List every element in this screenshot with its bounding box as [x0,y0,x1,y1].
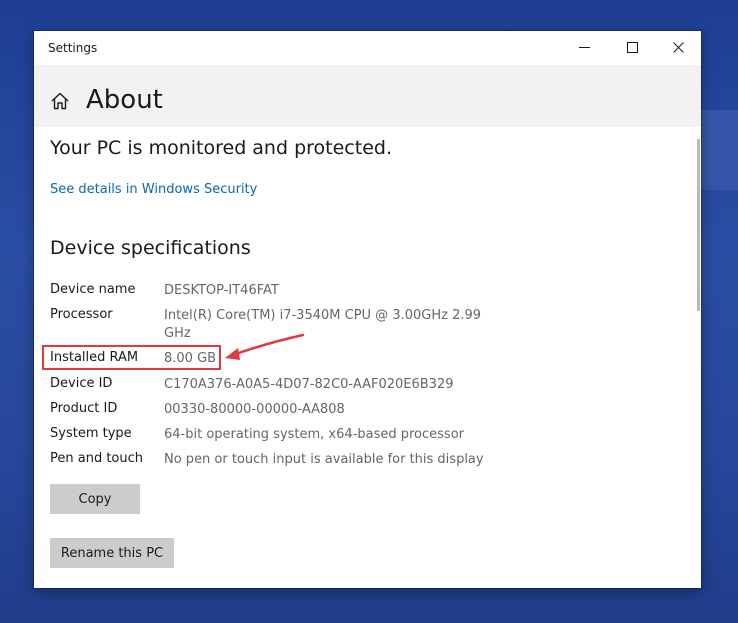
spec-value: C170A376-A0A5-4D07-82C0-AAF020E6B329 [164,377,454,392]
ram-highlight-box [42,345,221,370]
protection-status-text: Your PC is monitored and protected. [50,137,392,159]
home-icon[interactable] [50,91,70,111]
desktop-background [701,110,738,190]
spec-label: Product ID [50,401,118,416]
minimize-button[interactable] [561,31,607,63]
spec-label: Pen and touch [50,451,144,466]
annotation-arrow-icon [225,333,305,360]
spec-value: 64-bit operating system, x64-based proce… [164,427,464,442]
spec-label: Device name [50,282,136,297]
copy-button[interactable]: Copy [50,484,140,514]
rename-pc-button[interactable]: Rename this PC [50,538,174,568]
minimize-icon [578,46,590,48]
scrollbar-thumb[interactable] [697,139,700,311]
close-icon [672,41,684,53]
window-title: Settings [48,41,98,55]
spec-value: Intel(R) Core(TM) i7-3540M CPU @ 3.00GHz… [164,308,482,341]
spec-label: System type [50,426,132,441]
maximize-button[interactable] [609,31,655,63]
spec-value: No pen or touch input is available for t… [164,452,484,467]
settings-window: Settings About Your PC is monitored and … [34,31,701,588]
windows-security-link[interactable]: See details in Windows Security [50,182,257,197]
spec-label: Device ID [50,376,113,391]
maximize-icon [626,41,638,53]
page-title: About [86,85,163,115]
spec-value: 00330-80000-00000-AA808 [164,402,345,417]
spec-value: DESKTOP-IT46FAT [164,283,279,298]
close-button[interactable] [655,31,701,63]
title-bar: Settings [34,31,701,65]
device-specifications-heading: Device specifications [50,237,251,259]
spec-label: Processor [50,307,113,322]
